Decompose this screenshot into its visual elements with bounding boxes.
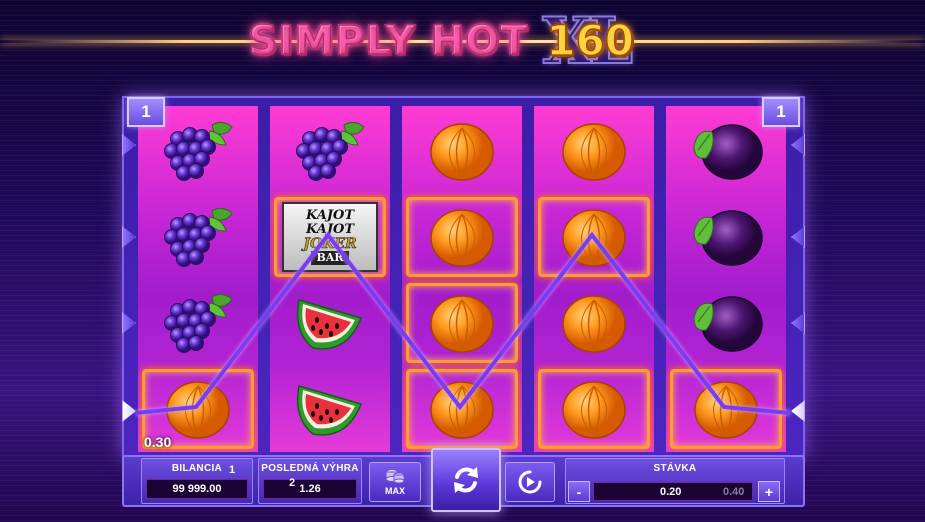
- orange-icon: [562, 209, 626, 267]
- reel-cell-orange: [534, 108, 654, 194]
- spin-refresh-icon: [454, 467, 478, 493]
- orange-icon: [430, 123, 494, 181]
- orange-icon: [166, 381, 230, 439]
- joker-line-1: KAJOT: [305, 208, 354, 223]
- orange-icon: [694, 381, 758, 439]
- watermelon-icon: [296, 385, 362, 436]
- last-win-value: 1.26: [263, 479, 357, 499]
- reel-cell-grapes: [138, 280, 258, 366]
- reel-cell-orange: [534, 366, 654, 452]
- autoplay-icon: [518, 470, 542, 494]
- reel-3: [402, 106, 522, 452]
- grapes-icon: [164, 293, 233, 353]
- orange-icon: [562, 381, 626, 439]
- balance-label: BILANCIA: [171, 463, 223, 474]
- reel-4: [534, 106, 654, 452]
- last-win-label: POSLEDNÁ VÝHRA: [261, 463, 359, 474]
- reel-cell-grapes: [270, 108, 390, 194]
- spin-button[interactable]: [431, 448, 501, 512]
- plum-icon: [693, 210, 763, 266]
- joker-line-2: KAJOT: [305, 222, 354, 237]
- bet-label: STÁVKA: [653, 463, 697, 474]
- reel-cell-plum: [666, 280, 786, 366]
- game-title-number: 160: [546, 15, 635, 66]
- plum-icon: [693, 296, 763, 352]
- reel-cell-orange: [534, 280, 654, 366]
- bet-increase-button[interactable]: +: [758, 481, 780, 502]
- orange-icon: [430, 209, 494, 267]
- game-title: SIMPLY HOT: [248, 17, 529, 65]
- autoplay-button[interactable]: [505, 462, 555, 502]
- balance-panel: BILANCIA 99 999.00: [141, 458, 253, 504]
- coin-stack-icon: [385, 469, 405, 484]
- last-win-marker: 2: [289, 477, 296, 489]
- max-bet-label: MAX: [385, 486, 405, 496]
- grapes-icon: [296, 121, 365, 181]
- orange-icon: [430, 295, 494, 353]
- bet-next-value: 0.40: [723, 486, 745, 498]
- bet-selector[interactable]: 0.20 0.40: [593, 482, 753, 501]
- reel-cell-grapes: [138, 194, 258, 280]
- reel-2: KAJOT KAJOT JOKER BAR: [270, 106, 390, 452]
- reel-cell-watermelon: [270, 280, 390, 366]
- reels-frame: KAJOT KAJOT JOKER BAR: [122, 96, 805, 458]
- grapes-icon: [164, 121, 233, 181]
- joker-line-3: JOKER: [303, 236, 357, 252]
- reel-cell-watermelon: [270, 366, 390, 452]
- orange-icon: [562, 295, 626, 353]
- game-title-number-group: XL 160: [536, 3, 676, 80]
- max-bet-button[interactable]: MAX: [369, 462, 421, 502]
- reel-5: [666, 106, 786, 452]
- orange-icon: [430, 381, 494, 439]
- reel-cell-orange: [402, 366, 522, 452]
- reel-cell-orange: [402, 108, 522, 194]
- line-win-amount: 0.30: [144, 434, 172, 450]
- joker-line-4: BAR: [310, 251, 350, 265]
- bet-panel: STÁVKA - 0.20 0.40 +: [565, 458, 785, 504]
- grapes-icon: [164, 207, 233, 267]
- reel-cell-joker-bar: KAJOT KAJOT JOKER BAR: [270, 194, 390, 280]
- orange-icon: [562, 123, 626, 181]
- bet-decrease-button[interactable]: -: [568, 481, 590, 502]
- plum-icon: [693, 124, 763, 180]
- reel-cell-orange: [534, 194, 654, 280]
- reel-1: [138, 106, 258, 452]
- reel-cell-orange: [402, 280, 522, 366]
- balance-value: 99 999.00: [146, 479, 248, 499]
- reel-cell-grapes: [138, 108, 258, 194]
- game-logo: SIMPLY HOT XL 160: [0, 3, 925, 80]
- reel-cell-orange: [402, 194, 522, 280]
- reel-cell-orange: [666, 366, 786, 452]
- reel-cell-plum: [666, 194, 786, 280]
- watermelon-icon: [296, 299, 362, 350]
- last-win-panel: POSLEDNÁ VÝHRA 1.26: [258, 458, 362, 504]
- balance-marker: 1: [229, 464, 236, 476]
- line-number-right-badge: 1: [762, 97, 800, 127]
- joker-bar-symbol: KAJOT KAJOT JOKER BAR: [282, 202, 378, 272]
- bet-value: 0.20: [660, 486, 682, 498]
